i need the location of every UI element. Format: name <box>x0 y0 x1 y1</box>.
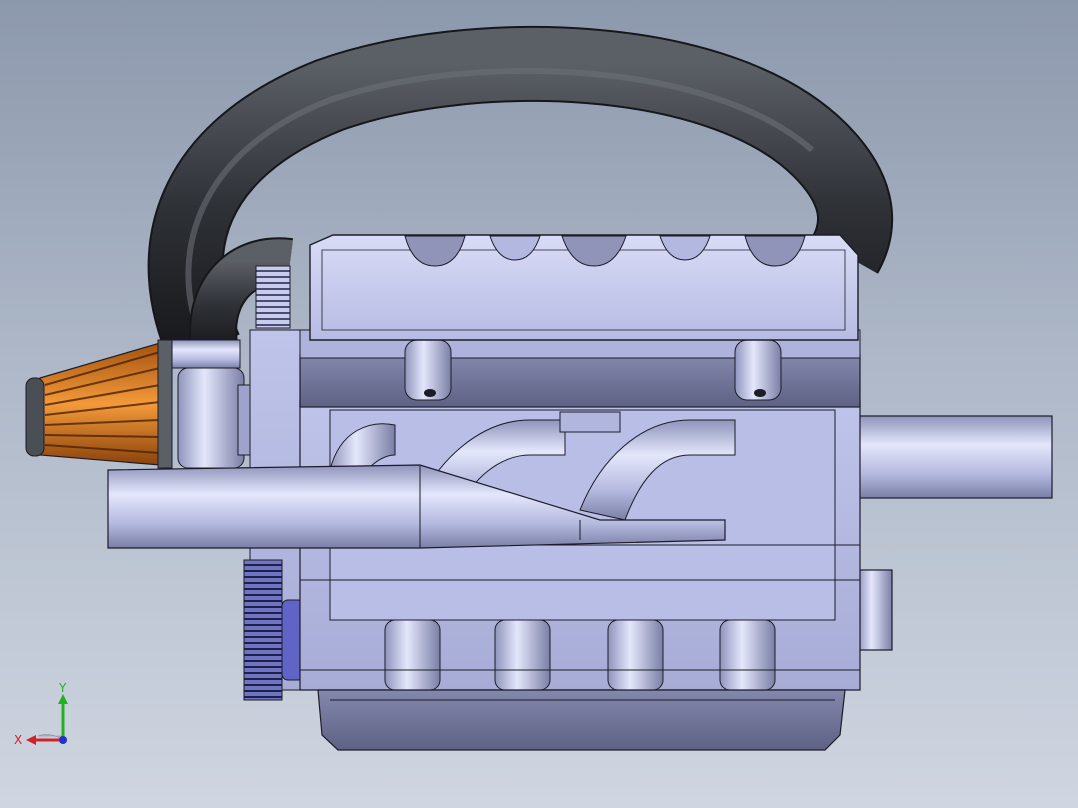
timing-pulley[interactable] <box>255 265 291 329</box>
graphics-viewport[interactable]: Y X <box>0 0 1078 808</box>
throttle-body[interactable] <box>171 339 251 469</box>
exhaust-pipe-rear[interactable] <box>849 415 1053 651</box>
y-axis-label: Y <box>58 681 67 695</box>
oil-pan[interactable] <box>317 689 846 751</box>
orientation-triad: Y X <box>10 680 80 760</box>
z-axis-dot <box>59 736 67 744</box>
cylinder-head[interactable] <box>299 329 861 408</box>
engine-model[interactable] <box>0 0 1078 808</box>
air-filter[interactable] <box>25 339 173 469</box>
x-axis-label: X <box>14 733 22 747</box>
valve-cover[interactable] <box>309 234 859 341</box>
